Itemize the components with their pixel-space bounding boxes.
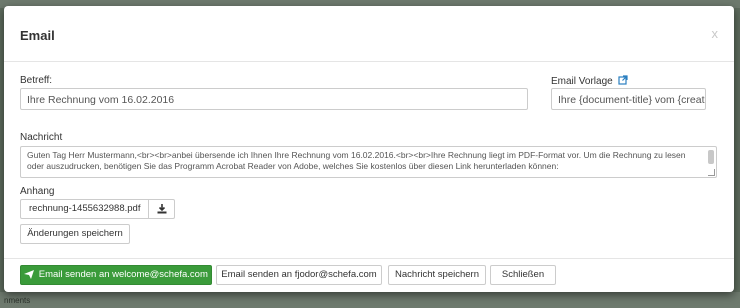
paper-plane-icon: [24, 269, 35, 279]
template-select[interactable]: Ihre {document-title} vom {created: [551, 88, 706, 110]
modal-header: Email x: [4, 6, 734, 62]
send-secondary-button[interactable]: Email senden an fjodor@schefa.com: [216, 265, 382, 285]
save-message-button[interactable]: Nachricht speichern: [388, 265, 486, 285]
attachment-label: Anhang: [20, 186, 55, 197]
save-changes-button[interactable]: Änderungen speichern: [20, 224, 130, 244]
send-primary-label: Email senden an welcome@schefa.com: [38, 269, 208, 280]
attachment-file-button[interactable]: rechnung-1455632988.pdf: [20, 199, 150, 219]
subject-input[interactable]: Ihre Rechnung vom 16.02.2016: [20, 88, 528, 110]
message-text: Guten Tag Herr Mustermann,<br><br>anbei …: [27, 150, 686, 171]
message-label: Nachricht: [20, 132, 63, 143]
template-label: Email Vorlage: [551, 75, 629, 88]
download-button[interactable]: [149, 199, 176, 219]
modal-title: Email: [20, 28, 55, 43]
close-icon[interactable]: x: [712, 26, 719, 41]
subject-label: Betreff:: [20, 75, 53, 86]
external-link-icon[interactable]: [618, 75, 629, 88]
resize-handle-icon[interactable]: [708, 169, 715, 176]
download-icon: [157, 204, 167, 214]
textarea-scrollbar[interactable]: [708, 150, 714, 164]
background-footer: nments: [0, 292, 740, 308]
background-text: nments: [4, 296, 31, 305]
send-primary-button[interactable]: Email senden an welcome@schefa.com: [20, 265, 212, 285]
message-textarea[interactable]: Guten Tag Herr Mustermann,<br><br>anbei …: [20, 146, 717, 178]
close-button[interactable]: Schließen: [490, 265, 556, 285]
email-modal: Email x Betreff: Ihre Rechnung vom 16.02…: [4, 6, 734, 292]
template-label-text: Email Vorlage: [551, 76, 613, 88]
attachment-group: rechnung-1455632988.pdf: [20, 199, 176, 219]
